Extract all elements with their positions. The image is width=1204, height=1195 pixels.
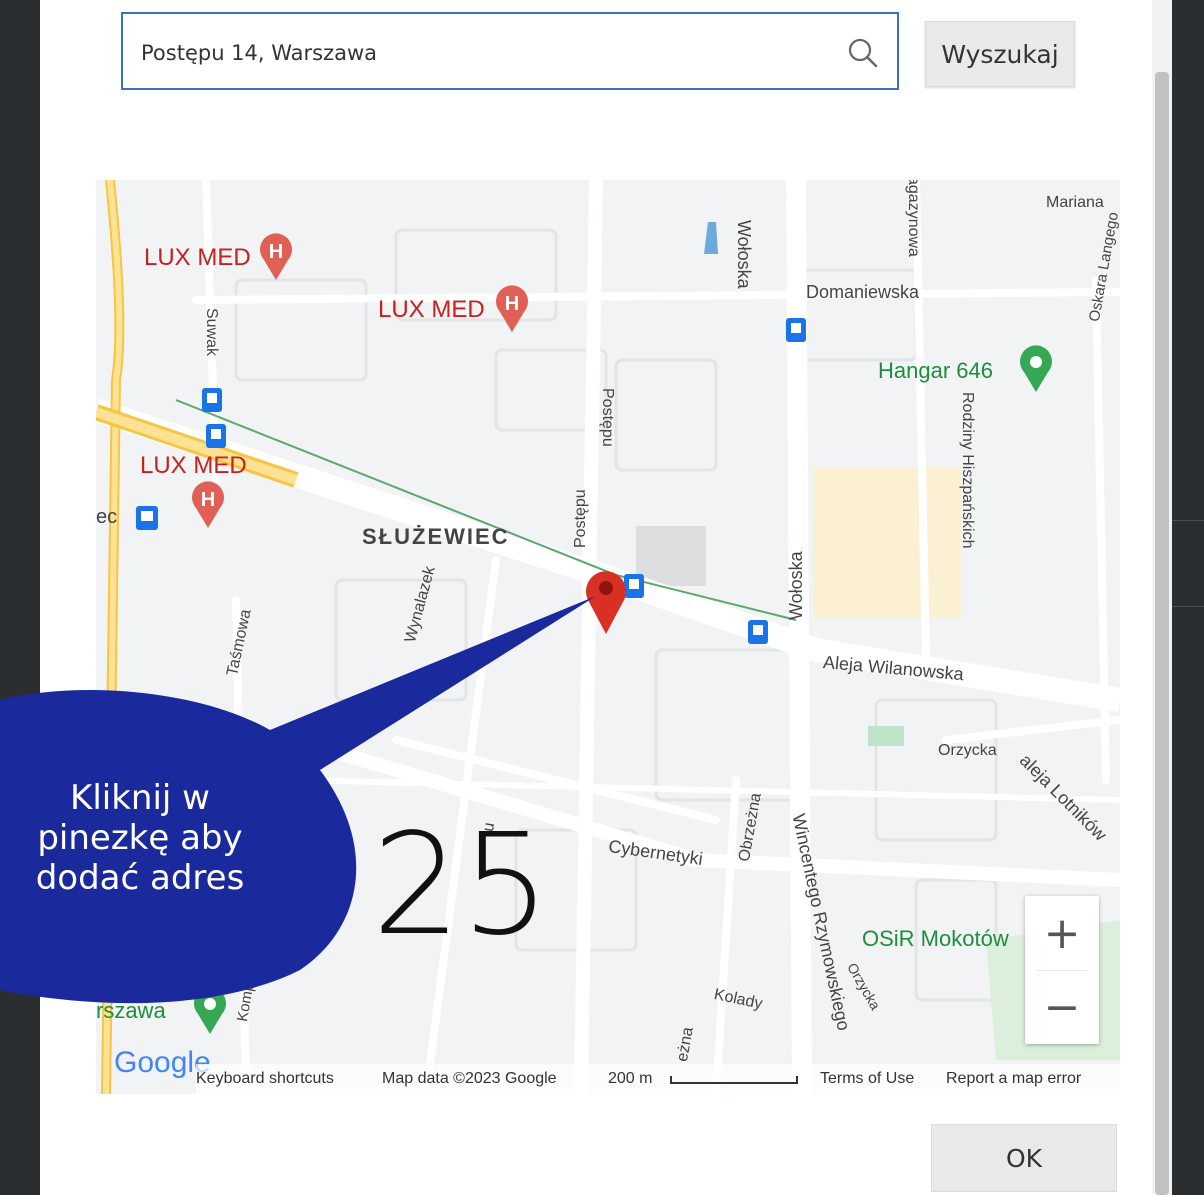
scrollbar-thumb[interactable] (1155, 72, 1169, 1195)
callout-line-3: dodać adres (35, 858, 245, 898)
callout-line-1: Kliknij w (70, 778, 210, 818)
callout-line-2: pinezkę aby (37, 818, 243, 858)
step-number: 25 (372, 804, 551, 967)
callout-text: Kliknij w pinezkę aby dodać adres (0, 778, 290, 898)
callout-bubble (0, 596, 596, 1004)
